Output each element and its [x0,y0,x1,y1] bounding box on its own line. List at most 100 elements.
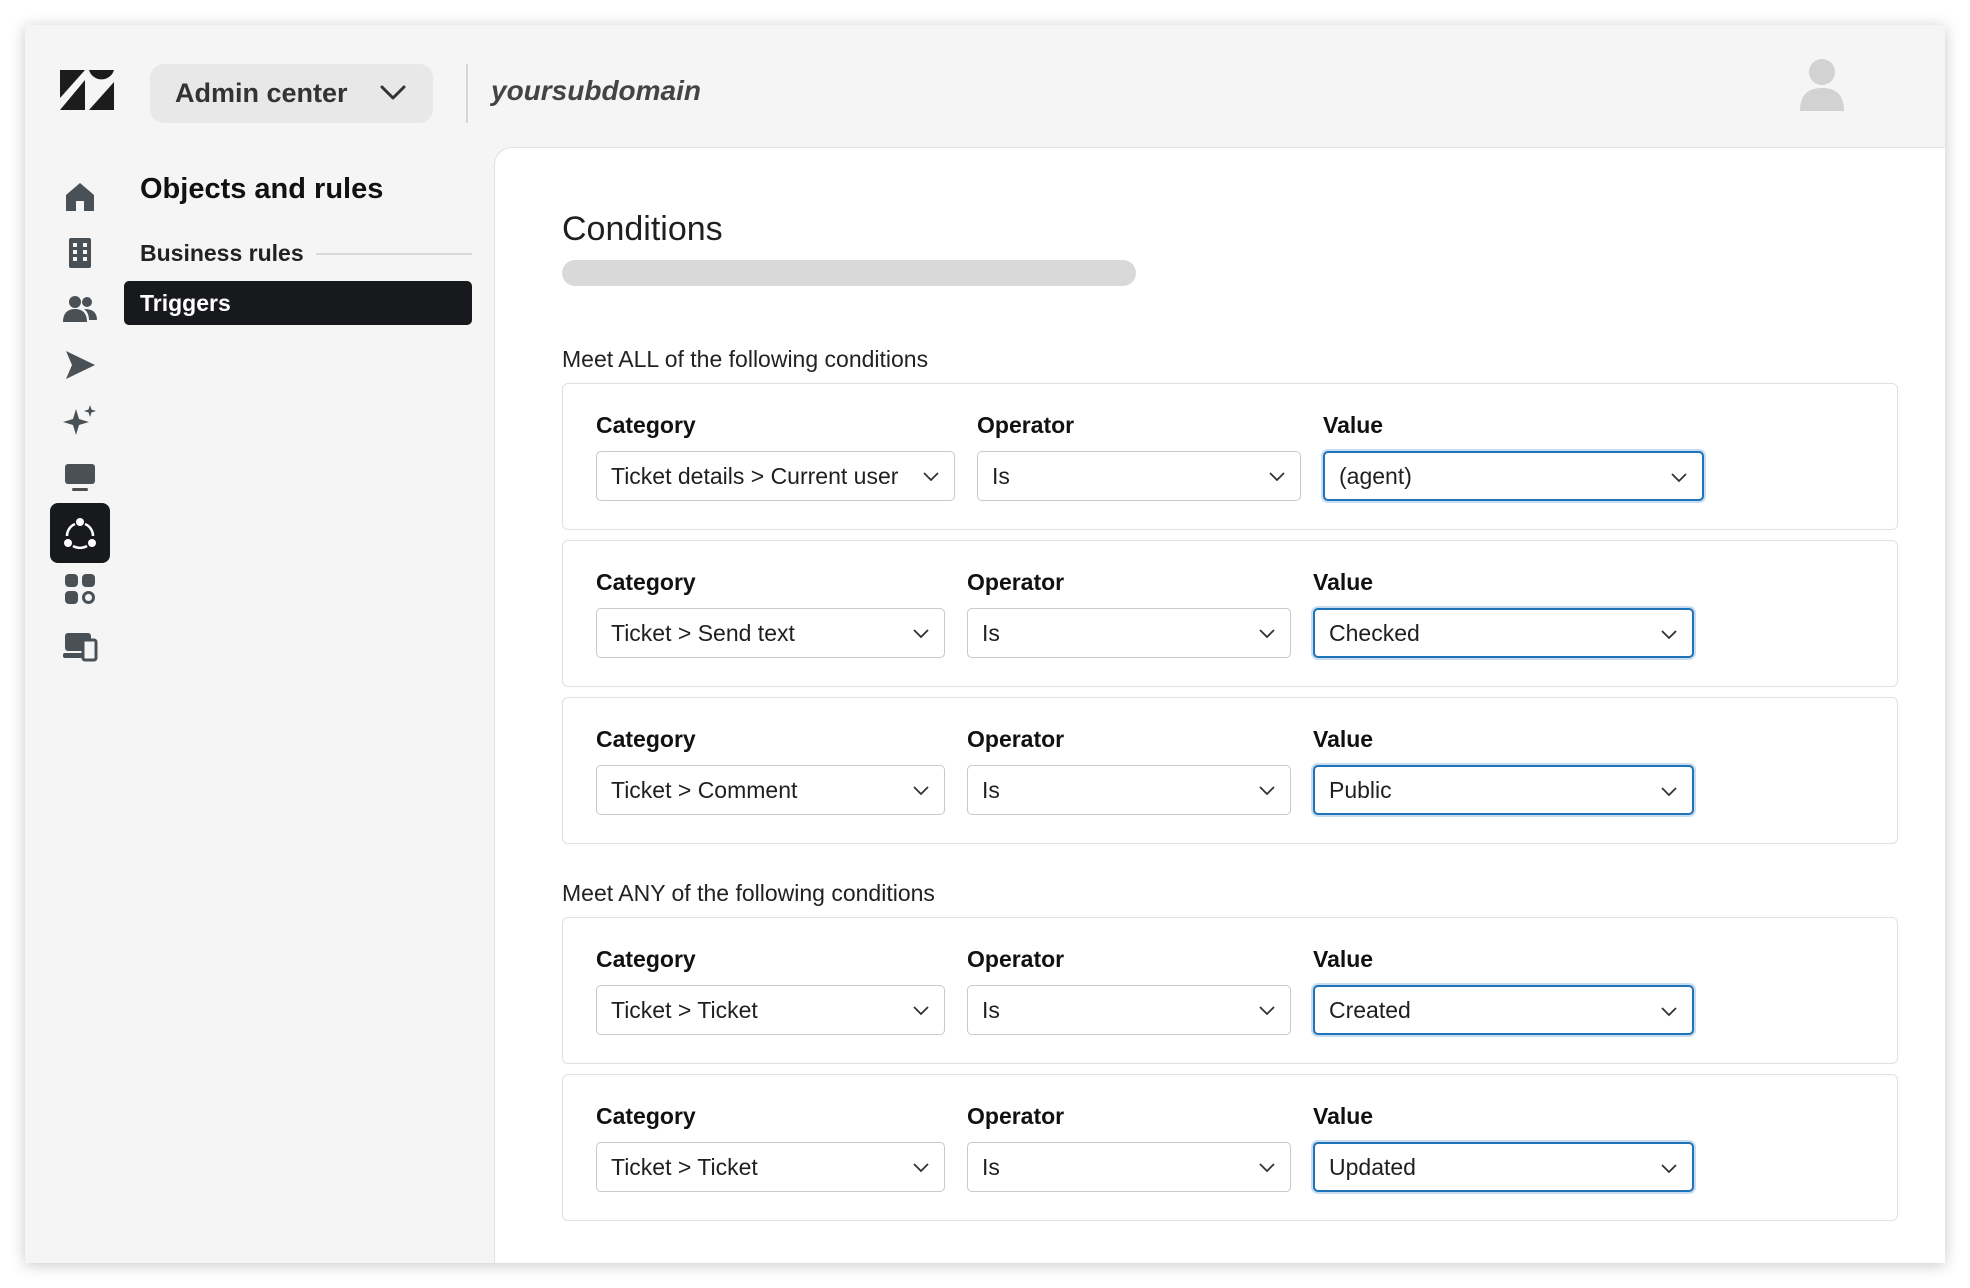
operator-value: Is [982,619,1000,646]
operator-label: Operator [967,569,1065,595]
category-value: Ticket > Send text [611,619,795,646]
chevron-down-icon [1259,1163,1275,1173]
workspaces-icon [65,464,95,491]
value-label: Value [1313,1103,1374,1129]
condition-row: Category Ticket > Comment Operator Is Va… [562,697,1898,844]
value-value: Updated [1329,1153,1416,1180]
chevron-down-icon [913,786,929,796]
nav-people[interactable] [50,279,110,339]
value-value: Checked [1329,619,1420,646]
product-switcher-label: Admin center [175,78,348,108]
admin-center-window: Admin center yoursubdomain Objects and r… [25,25,1945,1263]
loading-placeholder-bar [562,260,1136,286]
operator-value: Is [982,996,1000,1023]
value-label: Value [1323,412,1384,438]
objects-rules-icon [64,518,96,550]
operator-label: Operator [967,946,1065,972]
user-avatar-icon[interactable] [1798,57,1846,113]
category-select[interactable]: Ticket > Ticket [596,1142,945,1192]
chevron-down-icon [1269,472,1285,482]
operator-value: Is [982,776,1000,803]
apps-icon [65,574,95,604]
chevron-down-icon [1259,629,1275,639]
nav-objects-rules[interactable] [50,503,110,563]
nav-home[interactable] [50,167,110,227]
home-icon [66,183,94,211]
condition-row: Category Ticket > Ticket Operator Is Val… [562,1074,1898,1221]
category-label: Category [596,946,696,972]
chevron-down-icon [1661,630,1677,640]
value-value: (agent) [1339,462,1412,489]
operator-label: Operator [977,412,1075,438]
category-select[interactable]: Ticket details > Current user [596,451,955,501]
category-label: Category [596,726,696,752]
sidebar-section-label: Business rules [140,240,304,266]
category-value: Ticket > Comment [611,776,798,803]
sidebar-section-business-rules: Business rules [140,240,472,267]
category-label: Category [596,412,696,438]
condition-row: Category Ticket > Send text Operator Is … [562,540,1898,687]
nav-account[interactable] [50,615,110,675]
nav-channels[interactable] [50,335,110,395]
nav-organization[interactable] [50,223,110,283]
value-label: Value [1313,726,1374,752]
people-icon [63,296,97,322]
chevron-down-icon [1259,1006,1275,1016]
category-select[interactable]: Ticket > Comment [596,765,945,815]
all-conditions-label: Meet ALL of the following conditions [562,346,929,372]
category-value: Ticket details > Current user [611,462,899,489]
any-conditions-label: Meet ANY of the following conditions [562,880,935,906]
sidebar-title: Objects and rules [140,173,384,205]
category-label: Category [596,1103,696,1129]
category-value: Ticket > Ticket [611,996,758,1023]
channels-icon [66,351,95,379]
value-select[interactable]: (agent) [1323,451,1704,501]
main-panel: Conditions Meet ALL of the following con… [494,147,1945,1263]
value-label: Value [1313,946,1374,972]
chevron-down-icon [1671,473,1687,483]
product-switcher-button[interactable]: Admin center [150,64,433,123]
organization-icon [69,238,91,268]
zendesk-logo-icon[interactable] [58,68,116,112]
value-select[interactable]: Updated [1313,1142,1694,1192]
chevron-down-icon [923,472,939,482]
operator-select[interactable]: Is [967,985,1291,1035]
sidebar-section-divider [315,252,472,255]
category-select[interactable]: Ticket > Ticket [596,985,945,1035]
chevron-down-icon [1259,786,1275,796]
ai-sparkle-icon [63,405,96,435]
category-select[interactable]: Ticket > Send text [596,608,945,658]
page-title: Conditions [562,210,723,248]
operator-label: Operator [967,1103,1065,1129]
nav-workspaces[interactable] [50,447,110,507]
subdomain-label: yoursubdomain [491,75,702,106]
value-select[interactable]: Created [1313,985,1694,1035]
value-select[interactable]: Public [1313,765,1694,815]
category-value: Ticket > Ticket [611,1153,758,1180]
value-select[interactable]: Checked [1313,608,1694,658]
header-divider [466,64,468,123]
chevron-down-icon [913,1006,929,1016]
account-icon [63,633,98,662]
condition-row: Category Ticket details > Current user O… [562,383,1898,530]
chevron-down-icon [380,85,406,100]
chevron-down-icon [1661,1164,1677,1174]
sidebar-item-triggers[interactable]: Triggers [124,281,472,325]
nav-ai[interactable] [50,391,110,451]
operator-value: Is [992,462,1010,489]
value-label: Value [1313,569,1374,595]
operator-select[interactable]: Is [967,1142,1291,1192]
operator-select[interactable]: Is [967,765,1291,815]
operator-select[interactable]: Is [977,451,1301,501]
operator-label: Operator [967,726,1065,752]
nav-apps[interactable] [50,559,110,619]
operator-select[interactable]: Is [967,608,1291,658]
chevron-down-icon [1661,787,1677,797]
chevron-down-icon [1661,1007,1677,1017]
value-value: Created [1329,996,1411,1023]
chevron-down-icon [913,1163,929,1173]
operator-value: Is [982,1153,1000,1180]
condition-row: Category Ticket > Ticket Operator Is Val… [562,917,1898,1064]
value-value: Public [1329,776,1392,803]
category-label: Category [596,569,696,595]
